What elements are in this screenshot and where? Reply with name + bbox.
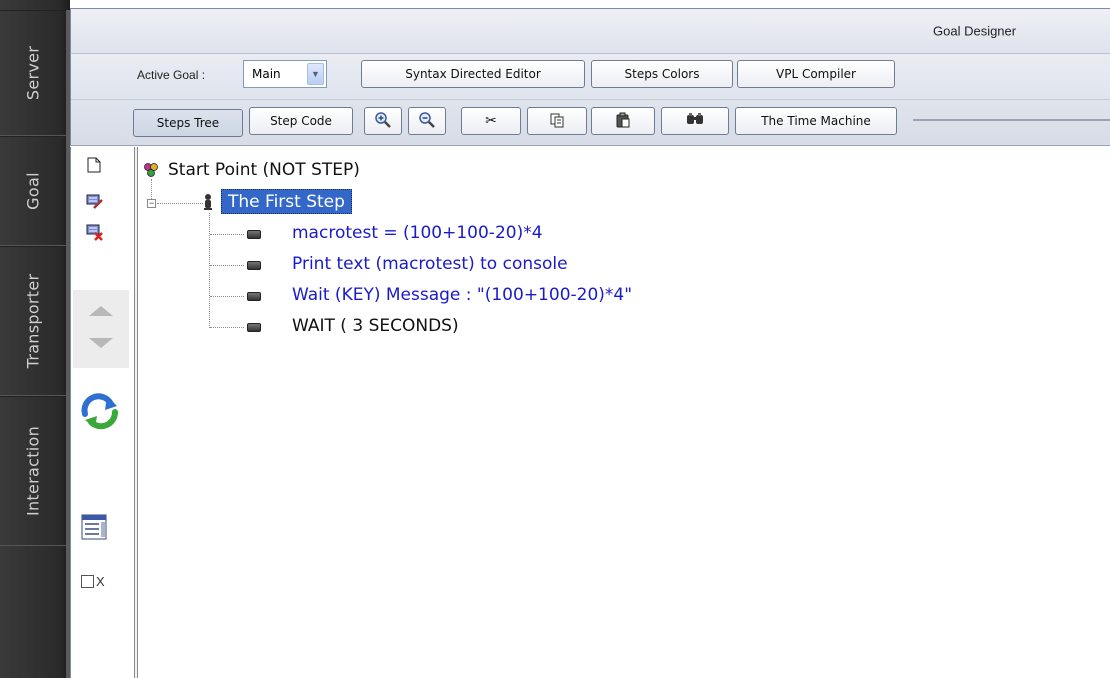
- paste-icon: [615, 112, 631, 131]
- tab-goal-label: Goal: [23, 172, 43, 210]
- find-button[interactable]: [661, 107, 729, 135]
- x-checkbox[interactable]: X: [81, 574, 105, 589]
- tree-step-the-first-step[interactable]: The First Step: [221, 189, 352, 214]
- toolbar-divider-line: [913, 119, 1110, 121]
- cut-icon: ✂: [485, 113, 497, 129]
- toolbar-separator: [71, 99, 1110, 100]
- copy-icon: [549, 112, 565, 131]
- tab-interaction-label: Interaction: [23, 425, 43, 517]
- tab-transporter[interactable]: Transporter: [0, 246, 66, 396]
- tree-connector: [210, 265, 244, 266]
- checkbox-box[interactable]: [81, 575, 94, 588]
- move-controls: [73, 290, 129, 368]
- tree-connector: [210, 327, 244, 328]
- zoom-out-button[interactable]: [408, 107, 446, 135]
- tree-connector: [209, 213, 210, 328]
- cut-button[interactable]: ✂: [461, 107, 521, 135]
- paste-button[interactable]: [591, 107, 655, 135]
- step-tools-column: X: [70, 147, 134, 678]
- panel-icon[interactable]: [81, 514, 109, 542]
- tree-connector: [157, 203, 203, 204]
- tree-item[interactable]: Print text (macrotest) to console: [292, 254, 568, 274]
- move-down-icon[interactable]: [89, 338, 113, 348]
- active-goal-label: Active Goal :: [137, 68, 206, 82]
- zoom-in-icon: [374, 111, 392, 132]
- tree-root-start-point[interactable]: Start Point (NOT STEP): [168, 160, 360, 180]
- steps-colors-button[interactable]: Steps Colors: [591, 60, 733, 88]
- tree-connector: [210, 234, 244, 235]
- copy-button[interactable]: [527, 107, 587, 135]
- new-step-icon[interactable]: [87, 157, 101, 176]
- tree-connector: [151, 179, 152, 199]
- command-icon: [247, 261, 261, 270]
- time-machine-button[interactable]: The Time Machine: [735, 107, 897, 135]
- tab-transporter-label: Transporter: [23, 273, 43, 369]
- collapse-toggle[interactable]: −: [147, 199, 156, 208]
- syntax-directed-editor-button[interactable]: Syntax Directed Editor: [361, 60, 585, 88]
- chevron-down-icon[interactable]: ▼: [307, 63, 324, 85]
- command-icon: [247, 230, 261, 239]
- refresh-icon[interactable]: [77, 390, 125, 434]
- tab-server-label: Server: [23, 45, 43, 101]
- window-title: Goal Designer: [933, 23, 1017, 39]
- move-up-icon[interactable]: [89, 306, 113, 316]
- step-icon: [203, 193, 213, 216]
- tree-item[interactable]: WAIT ( 3 SECONDS): [292, 316, 459, 336]
- zoom-out-icon: [418, 111, 436, 132]
- delete-step-icon[interactable]: [86, 223, 104, 244]
- edit-step-icon[interactable]: [86, 192, 104, 213]
- title-bar: Goal Designer: [70, 8, 1110, 54]
- tab-interaction[interactable]: Interaction: [0, 396, 66, 546]
- tree-item[interactable]: macrotest = (100+100-20)*4: [292, 223, 543, 243]
- tree-item[interactable]: Wait (KEY) Message : "(100+100-20)*4": [292, 285, 632, 305]
- zoom-in-button[interactable]: [364, 107, 402, 135]
- command-icon: [247, 292, 261, 301]
- toolbar: Active Goal : Main ▼ Syntax Directed Edi…: [70, 54, 1110, 146]
- side-tab-strip: Server Goal Transporter Interaction: [0, 0, 70, 678]
- checkbox-label: X: [96, 574, 105, 589]
- vpl-compiler-button[interactable]: VPL Compiler: [737, 60, 895, 88]
- step-code-button[interactable]: Step Code: [249, 107, 353, 135]
- steps-tree-button[interactable]: Steps Tree: [133, 109, 243, 137]
- tree-connector: [210, 296, 244, 297]
- active-goal-select[interactable]: Main ▼: [243, 60, 327, 88]
- tab-server[interactable]: Server: [0, 10, 66, 136]
- active-goal-value: Main: [252, 67, 281, 81]
- goal-designer-window: Goal Designer Active Goal : Main ▼ Synta…: [70, 0, 1110, 678]
- command-icon: [247, 323, 261, 332]
- tab-goal[interactable]: Goal: [0, 136, 66, 246]
- steps-tree: Start Point (NOT STEP) − The First Step …: [138, 147, 1110, 678]
- find-icon: [686, 112, 704, 131]
